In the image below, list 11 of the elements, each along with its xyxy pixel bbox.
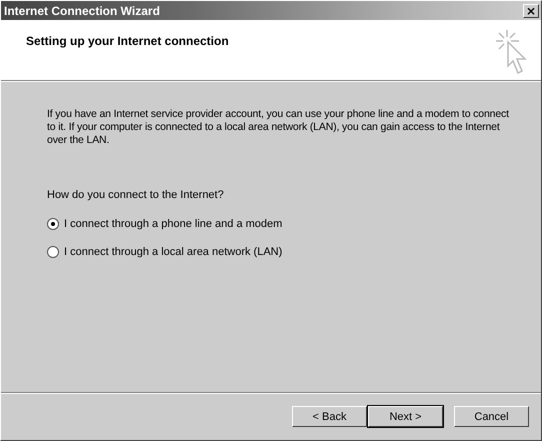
cursor-sparkle-icon [495,28,529,76]
radio-option[interactable]: I connect through a phone line and a modem [47,218,501,230]
close-button[interactable]: × [523,4,539,18]
question-text: How do you connect to the Internet? [47,189,225,201]
wizard-button[interactable]: < Back [292,406,367,427]
window-title: Internet Connection Wizard [4,4,160,18]
wizard-button[interactable]: Cancel [454,406,529,427]
radio-option[interactable]: I connect through a local area network (LAN) [47,246,501,258]
header-title: Setting up your Internet connection [26,34,229,50]
intro-text: If you have an Internet service provider account, you can use your phone line and a modem to connect to it. If your computer is connected to a local area network (LAN), you can gain access to the Internet over the LAN. [47,108,510,147]
wizard-button[interactable]: Next > [368,406,443,427]
